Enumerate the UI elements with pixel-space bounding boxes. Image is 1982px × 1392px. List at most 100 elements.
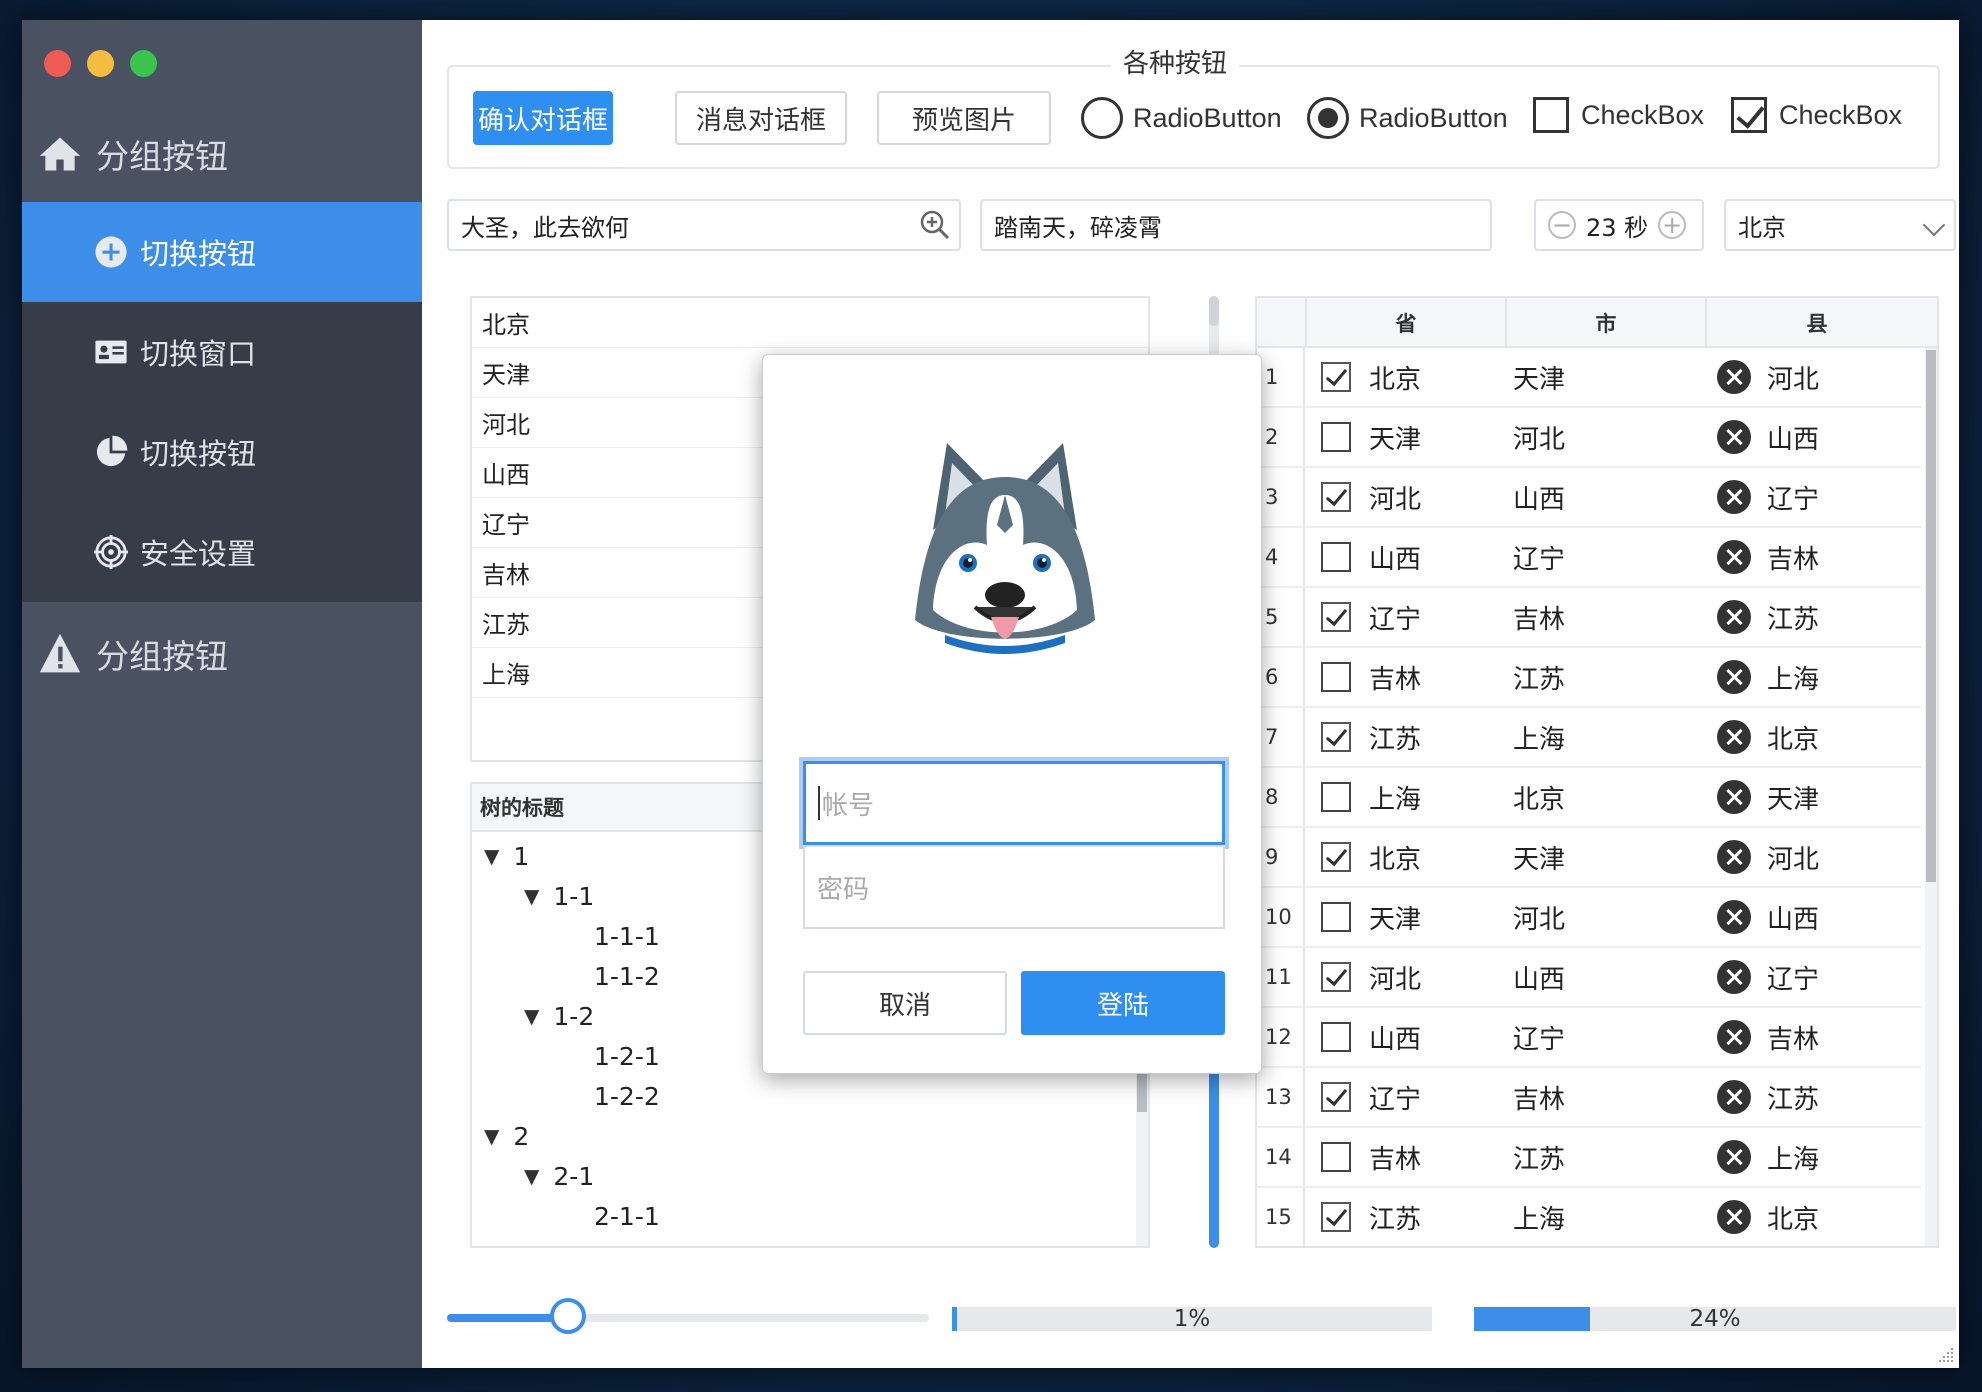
expanded-triangle-icon[interactable]: ▼ — [524, 884, 539, 908]
expanded-triangle-icon[interactable]: ▼ — [524, 1164, 539, 1188]
increment-button[interactable]: + — [1658, 211, 1687, 239]
row-checkbox[interactable] — [1321, 422, 1351, 452]
row-checkbox[interactable] — [1321, 602, 1351, 632]
close-circle-icon[interactable] — [1717, 900, 1751, 934]
table-row[interactable]: 3 河北 山西 辽宁 — [1257, 468, 1921, 528]
row-checkbox[interactable] — [1321, 662, 1351, 692]
sidebar-item-security[interactable]: 安全设置 — [22, 502, 422, 602]
close-circle-icon[interactable] — [1717, 1140, 1751, 1174]
city-select[interactable]: 北京 — [1724, 199, 1956, 251]
password-field[interactable]: 密码 — [803, 845, 1225, 929]
radio-button-1[interactable]: RadioButton — [1081, 97, 1282, 139]
sidebar-item-switch-window[interactable]: 切换窗口 — [22, 302, 422, 402]
close-circle-icon[interactable] — [1717, 660, 1751, 694]
column-header-province[interactable]: 省 — [1305, 298, 1505, 348]
spinner[interactable]: − 23 秒 + — [1534, 199, 1704, 251]
row-checkbox[interactable] — [1321, 782, 1351, 812]
close-window-button[interactable] — [44, 50, 71, 77]
login-button[interactable]: 登陆 — [1021, 971, 1225, 1035]
tree-node[interactable]: ▼ 1 — [484, 836, 529, 876]
preview-image-button[interactable]: 预览图片 — [877, 91, 1051, 145]
minimize-window-button[interactable] — [87, 50, 114, 77]
row-checkbox[interactable] — [1321, 362, 1351, 392]
table-row[interactable]: 13 辽宁 吉林 江苏 — [1257, 1068, 1921, 1128]
table-row[interactable]: 9 北京 天津 河北 — [1257, 828, 1921, 888]
sidebar-group-1[interactable]: 分组按钮 — [22, 104, 422, 204]
sidebar-item-label: 切换按钮 — [140, 237, 257, 271]
list-item[interactable]: 北京 — [472, 298, 1148, 348]
account-field[interactable]: 帐号 — [803, 761, 1225, 845]
horizontal-slider[interactable] — [447, 1298, 929, 1334]
close-circle-icon[interactable] — [1717, 840, 1751, 874]
row-checkbox[interactable] — [1321, 902, 1351, 932]
confirm-dialog-button[interactable]: 确认对话框 — [473, 91, 613, 145]
table-row[interactable]: 6 吉林 江苏 上海 — [1257, 648, 1921, 708]
column-header-city[interactable]: 市 — [1505, 298, 1705, 348]
close-circle-icon[interactable] — [1717, 1020, 1751, 1054]
table-row[interactable]: 5 辽宁 吉林 江苏 — [1257, 588, 1921, 648]
row-checkbox[interactable] — [1321, 1202, 1351, 1232]
vertical-slider-handle[interactable] — [1209, 296, 1219, 326]
sidebar-group-2[interactable]: 分组按钮 — [22, 604, 422, 704]
close-circle-icon[interactable] — [1717, 1080, 1751, 1114]
table-row[interactable]: 11 河北 山西 辽宁 — [1257, 948, 1921, 1008]
row-checkbox[interactable] — [1321, 1022, 1351, 1052]
row-checkbox[interactable] — [1321, 722, 1351, 752]
row-checkbox[interactable] — [1321, 542, 1351, 572]
row-checkbox[interactable] — [1321, 962, 1351, 992]
tree-node[interactable]: 1-2-1 — [594, 1036, 660, 1076]
row-checkbox[interactable] — [1321, 842, 1351, 872]
table-row[interactable]: 7 江苏 上海 北京 — [1257, 708, 1921, 768]
close-circle-icon[interactable] — [1717, 960, 1751, 994]
tree-node[interactable]: ▼ 2-1 — [524, 1156, 594, 1196]
expanded-triangle-icon[interactable]: ▼ — [484, 1124, 499, 1148]
tree-node[interactable]: ▼ 1-2 — [524, 996, 594, 1036]
table-scrollbar-thumb[interactable] — [1926, 350, 1936, 882]
message-dialog-button[interactable]: 消息对话框 — [675, 91, 847, 145]
resize-grip-icon[interactable] — [1935, 1344, 1955, 1364]
table-scrollbar[interactable] — [1925, 348, 1937, 1246]
search-input[interactable]: 大圣，此去欲何 — [447, 199, 961, 251]
close-circle-icon[interactable] — [1717, 540, 1751, 574]
expanded-triangle-icon[interactable]: ▼ — [484, 844, 499, 868]
close-circle-icon[interactable] — [1717, 780, 1751, 814]
tree-node[interactable]: 1-1-1 — [594, 916, 660, 956]
close-circle-icon[interactable] — [1717, 1200, 1751, 1234]
tree-node[interactable]: ▼ 1-1 — [524, 876, 594, 916]
row-checkbox[interactable] — [1321, 1082, 1351, 1112]
cancel-button[interactable]: 取消 — [803, 971, 1007, 1035]
province-text: 北京 — [1369, 844, 1422, 875]
table-row[interactable]: 15 江苏 上海 北京 — [1257, 1188, 1921, 1246]
close-circle-icon[interactable] — [1717, 360, 1751, 394]
table-row[interactable]: 4 山西 辽宁 吉林 — [1257, 528, 1921, 588]
row-checkbox[interactable] — [1321, 1142, 1351, 1172]
checkbox-2[interactable]: CheckBox — [1731, 97, 1902, 133]
city-cell: 河北 — [1513, 904, 1566, 935]
table-row[interactable]: 12 山西 辽宁 吉林 — [1257, 1008, 1921, 1068]
close-circle-icon[interactable] — [1717, 600, 1751, 634]
table-row[interactable]: 2 天津 河北 山西 — [1257, 408, 1921, 468]
sidebar-item-switch-button-2[interactable]: 切换按钮 — [22, 402, 422, 502]
slider-handle[interactable] — [549, 1298, 586, 1334]
table-row[interactable]: 1 北京 天津 河北 — [1257, 348, 1921, 408]
text-input[interactable]: 踏南天，碎凌霄 — [980, 199, 1492, 251]
close-circle-icon[interactable] — [1717, 720, 1751, 754]
tree-node[interactable]: 1-1-2 — [594, 956, 660, 996]
close-circle-icon[interactable] — [1717, 480, 1751, 514]
row-checkbox[interactable] — [1321, 482, 1351, 512]
table-row[interactable]: 8 上海 北京 天津 — [1257, 768, 1921, 828]
checkbox-1[interactable]: CheckBox — [1533, 97, 1704, 133]
close-circle-icon[interactable] — [1717, 420, 1751, 454]
radio-button-2[interactable]: RadioButton — [1307, 97, 1508, 139]
column-header-county[interactable]: 县 — [1705, 298, 1927, 348]
zoom-window-button[interactable] — [130, 50, 157, 77]
zoom-in-icon[interactable] — [919, 209, 951, 241]
tree-node[interactable]: 1-2-2 — [594, 1076, 660, 1116]
tree-node[interactable]: ▼ 2 — [484, 1116, 529, 1156]
decrement-button[interactable]: − — [1548, 211, 1576, 239]
expanded-triangle-icon[interactable]: ▼ — [524, 1004, 539, 1028]
table-row[interactable]: 10 天津 河北 山西 — [1257, 888, 1921, 948]
tree-node[interactable]: 2-1-1 — [594, 1196, 660, 1236]
table-row[interactable]: 14 吉林 江苏 上海 — [1257, 1128, 1921, 1188]
sidebar-item-switch-button[interactable]: 切换按钮 — [22, 202, 422, 302]
